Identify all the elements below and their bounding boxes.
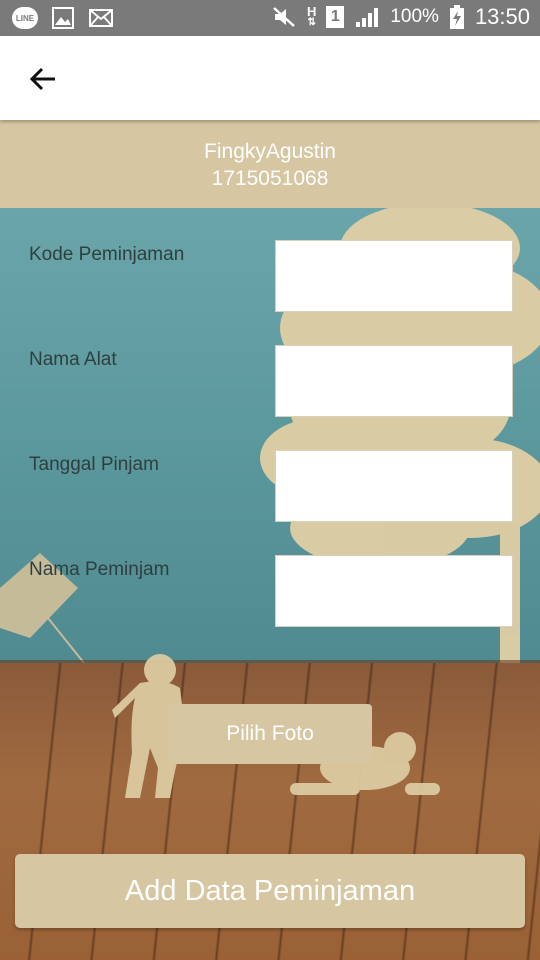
mute-icon [271,4,297,30]
pick-photo-button[interactable]: Pilih Foto [168,704,372,764]
network-type-text: H [306,4,317,19]
label-nama-alat: Nama Alat [29,349,117,370]
user-name: FingkyAgustin [204,140,336,163]
signal-icon [354,4,380,30]
user-header: FingkyAgustin 1715051068 [0,120,540,208]
sim-1-icon: 1 [326,6,345,28]
app-bar [0,36,540,120]
line-icon: LINE [12,7,38,29]
tanggal-pinjam-input[interactable] [275,450,513,522]
sim-slot-text: 1 [330,8,340,25]
kode-peminjaman-input[interactable] [275,240,513,312]
back-button[interactable] [22,58,64,100]
arrow-left-icon [29,67,55,91]
user-id: 1715051068 [211,167,329,190]
battery-percent: 100% [390,6,439,27]
add-data-peminjaman-button[interactable]: Add Data Peminjaman [15,854,525,928]
network-h-icon: H ⇅ [306,4,317,28]
label-tanggal-pinjam: Tanggal Pinjam [29,454,159,475]
status-bar: LINE H ⇅ 1 100% 13:50 [0,0,540,36]
nama-peminjam-input[interactable] [275,555,513,627]
mail-icon [88,5,114,31]
battery-charging-icon [449,4,465,30]
nama-alat-input[interactable] [275,345,513,417]
line-icon-text: LINE [15,13,35,23]
label-nama-peminjam: Nama Peminjam [29,559,170,580]
gallery-icon [50,5,76,31]
clock: 13:50 [474,4,530,29]
label-kode-peminjaman: Kode Peminjaman [29,244,185,265]
